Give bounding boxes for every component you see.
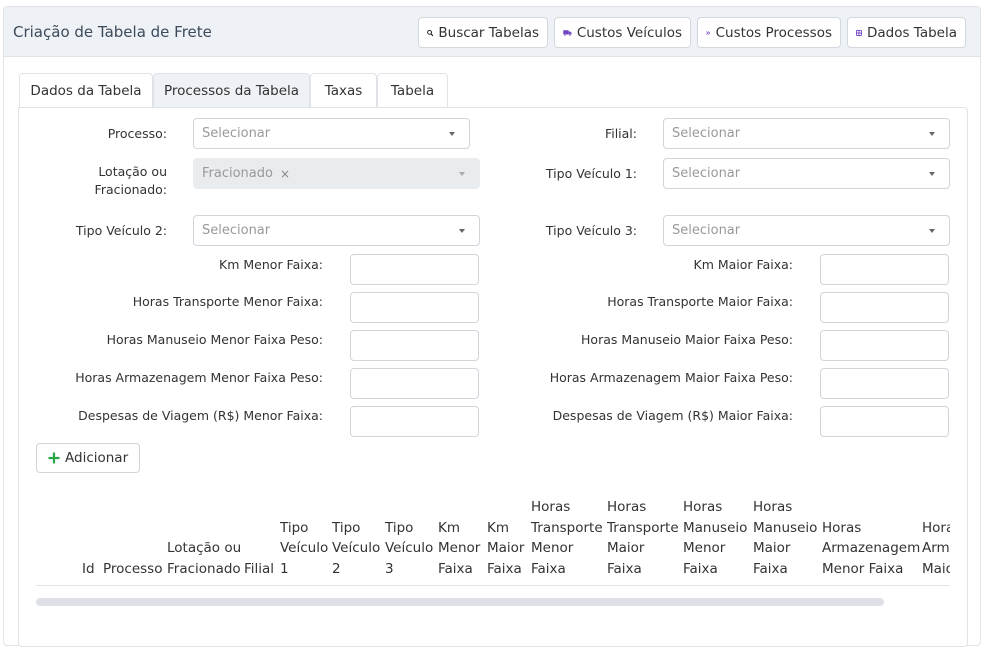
col-header-horas-manuseio-menor: Horas Manuseio Menor Faixa [683, 499, 748, 577]
col-header-horas-transporte-maior: Horas Transporte Maior Faixa [607, 499, 679, 577]
tipo1-select[interactable]: Selecionar [663, 158, 950, 189]
search-tables-label: Buscar Tabelas [438, 24, 539, 41]
lotacao-select[interactable]: Fracionado × [193, 158, 480, 189]
despesas-menor-input[interactable] [350, 406, 479, 437]
page-frame: Criação de Tabela de Frete Buscar Tabela… [3, 6, 981, 647]
table-horizontal-scrollbar[interactable] [36, 597, 950, 607]
tipo3-placeholder: Selecionar [672, 223, 741, 238]
tipo2-label: Tipo Veículo 2: [75, 223, 167, 238]
col-header-horas-transporte-menor: Horas Transporte Menor Faixa [531, 499, 603, 577]
lotacao-label-line2: Fracionado: [94, 182, 167, 197]
horas-manuseio-maior-input[interactable] [820, 330, 949, 361]
km-menor-input[interactable] [350, 254, 479, 285]
horas-transporte-menor-label: Horas Transporte Menor Faixa: [132, 294, 323, 309]
chevron-down-icon [459, 229, 465, 233]
processes-panel: Processo: Selecionar Filial: Selecionar … [18, 107, 968, 647]
horas-transporte-menor-input[interactable] [350, 292, 479, 323]
scrollbar-thumb[interactable] [36, 598, 884, 606]
horas-transporte-maior-label: Horas Transporte Maior Faixa: [607, 294, 793, 309]
add-label: Adicionar [65, 450, 129, 466]
col-header-horas-armazenagem-menor: Horas Armazenagem Menor Faixa [822, 519, 921, 577]
col-header-horas-manuseio-maior: Horas Manuseio Maior Faixa [753, 499, 818, 577]
lotacao-label-line1: Lotação ou [98, 164, 167, 179]
chevron-down-icon [929, 132, 935, 136]
tipo3-label: Tipo Veículo 3: [545, 223, 637, 238]
tab-dados-da-tabela[interactable]: Dados da Tabela [19, 73, 153, 108]
km-maior-input[interactable] [820, 254, 949, 285]
col-header-filial: Filial [244, 560, 275, 577]
tab-tabela[interactable]: Tabela [377, 73, 448, 108]
vehicle-costs-label: Custos Veículos [576, 24, 682, 41]
horas-armazenagem-maior-input[interactable] [820, 368, 949, 399]
chevron-down-icon [449, 132, 455, 136]
lotacao-label: Lotação ou Fracionado: [39, 163, 167, 199]
chevron-down-icon [929, 172, 935, 176]
horas-manuseio-maior-label: Horas Manuseio Maior Faixa Peso: [581, 332, 793, 347]
col-header-tipo1: Tipo Veículo 1 [280, 519, 329, 577]
vehicle-costs-button[interactable]: Custos Veículos [554, 17, 691, 48]
truck-icon [563, 29, 572, 36]
page-header: Criação de Tabela de Frete Buscar Tabela… [4, 7, 980, 57]
km-menor-label: Km Menor Faixa: [219, 257, 323, 272]
filial-select[interactable]: Selecionar [663, 118, 950, 149]
horas-armazenagem-menor-label: Horas Armazenagem Menor Faixa Peso: [75, 370, 323, 385]
tipo1-placeholder: Selecionar [672, 166, 741, 181]
table-data-label: Dados Tabela [866, 24, 957, 41]
processo-placeholder: Selecionar [202, 126, 271, 141]
despesas-menor-label: Despesas de Viagem (R$) Menor Faixa: [78, 408, 323, 423]
col-header-horas-armazenagem-maior: Horas Armazenagem Maior Faixa [922, 519, 950, 577]
chevron-down-icon [459, 172, 465, 176]
filial-placeholder: Selecionar [672, 126, 741, 141]
tipo3-select[interactable]: Selecionar [663, 215, 950, 246]
col-header-km-maior: Km Maior Faixa [487, 519, 525, 577]
double-chevron-right-icon [706, 30, 711, 35]
col-header-lotacao: Lotação ou Fracionado [167, 540, 242, 577]
horas-transporte-maior-input[interactable] [820, 292, 949, 323]
tab-processos-da-tabela[interactable]: Processos da Tabela [153, 73, 310, 108]
search-tables-button[interactable]: Buscar Tabelas [418, 17, 548, 48]
lotacao-value: Fracionado [202, 166, 273, 181]
filial-label: Filial: [604, 126, 637, 141]
tipo2-placeholder: Selecionar [202, 223, 271, 238]
col-header-tipo2: Tipo Veículo 2 [332, 519, 381, 577]
lotacao-selected-chip: Fracionado × [202, 166, 290, 181]
despesas-maior-input[interactable] [820, 406, 949, 437]
grid-icon [856, 29, 862, 36]
col-header-processo: Processo [103, 560, 163, 577]
km-maior-label: Km Maior Faixa: [693, 257, 793, 272]
table-data-button[interactable]: Dados Tabela [847, 17, 966, 48]
processes-table: Id Processo Lotação ou Fracionado Filial… [36, 486, 950, 586]
horas-armazenagem-maior-label: Horas Armazenagem Maior Faixa Peso: [549, 370, 793, 385]
plus-icon [48, 452, 60, 464]
page-title: Criação de Tabela de Frete [13, 23, 212, 41]
process-costs-label: Custos Processos [715, 24, 832, 41]
search-icon [427, 29, 434, 36]
processo-label: Processo: [107, 126, 167, 141]
tipo2-select[interactable]: Selecionar [193, 215, 480, 246]
despesas-maior-label: Despesas de Viagem (R$) Maior Faixa: [552, 408, 793, 423]
horas-armazenagem-menor-input[interactable] [350, 368, 479, 399]
col-header-id: Id [82, 560, 95, 577]
processo-select[interactable]: Selecionar [193, 118, 470, 149]
add-button[interactable]: Adicionar [36, 443, 141, 473]
tipo1-label: Tipo Veículo 1: [545, 166, 637, 181]
horas-manuseio-menor-label: Horas Manuseio Menor Faixa Peso: [106, 332, 323, 347]
col-header-tipo3: Tipo Veículo 3 [385, 519, 434, 577]
tab-taxas[interactable]: Taxas [310, 73, 377, 108]
process-costs-button[interactable]: Custos Processos [697, 17, 841, 48]
chevron-down-icon [929, 229, 935, 233]
close-icon[interactable]: × [280, 167, 290, 181]
horas-manuseio-menor-input[interactable] [350, 330, 479, 361]
col-header-km-menor: Km Menor Faixa [438, 519, 481, 577]
